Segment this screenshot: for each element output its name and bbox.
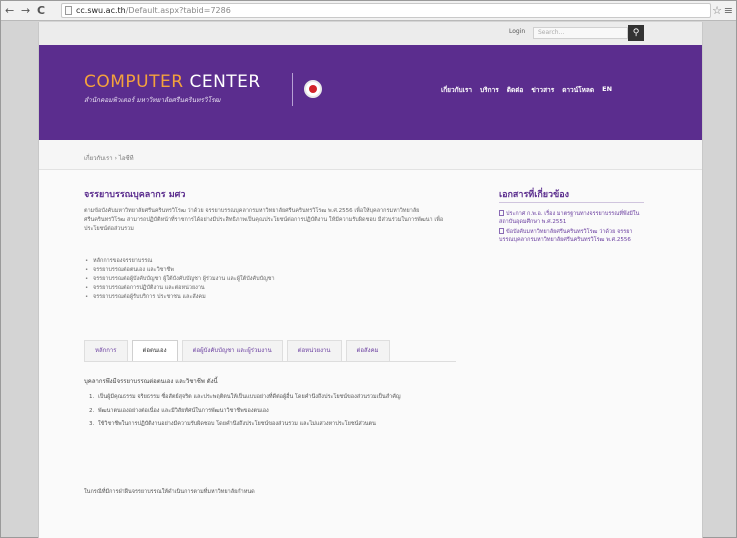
list-item-text: เป็นผู้มีคุณธรรม จริยธรรม ซื่อสัตย์สุจริ…	[98, 394, 401, 400]
breadcrumb-separator: ›	[114, 155, 117, 162]
logo-word-computer: COMPUTER	[84, 72, 184, 92]
related-docs-divider	[499, 202, 644, 203]
nav-item-language-en[interactable]: EN	[602, 85, 612, 95]
browser-window: ← → C cc.swu.ac.th/Default.aspx?tabid=72…	[0, 0, 737, 538]
nav-item-news[interactable]: ข่าวสาร	[531, 85, 554, 95]
breadcrumb-home[interactable]: เกี่ยวกับเรา	[84, 155, 113, 162]
utility-bar: Login Search... ⚲	[39, 22, 702, 45]
tab-principles[interactable]: หลักการ	[84, 340, 128, 361]
logo-subtitle: สำนักคอมพิวเตอร์ มหาวิทยาลัยศรีนครินทรวิ…	[84, 96, 221, 104]
list-item-text: พัฒนาตนเองอย่างต่อเนื่อง และมีวิสัยทัศน์…	[98, 407, 269, 414]
login-link[interactable]: Login	[509, 28, 525, 35]
list-item: 3. ใช้วิชาชีพในการปฏิบัติงานอย่างมีความรั…	[89, 421, 376, 427]
tab-colleagues[interactable]: ต่อผู้บังคับบัญชา และผู้ร่วมงาน	[181, 340, 283, 361]
list-item-text: ใช้วิชาชีพในการปฏิบัติงานอย่างมีความรับผ…	[98, 421, 376, 427]
tab-panel-list: 1. เป็นผู้มีคุณธรรม จริยธรรม ซื่อสัตย์สุจ…	[89, 393, 439, 434]
university-seal-icon	[304, 80, 322, 98]
nav-item-about[interactable]: เกี่ยวกับเรา	[441, 85, 472, 95]
breadcrumb: เกี่ยวกับเรา › ไอซีที	[39, 140, 702, 170]
intro-paragraph: ตามข้อบังคับมหาวิทยาลัยศรีนครินทรวิโรฒ ว…	[84, 208, 444, 232]
nav-item-download[interactable]: ดาวน์โหลด	[562, 85, 594, 95]
search-input[interactable]: Search...	[533, 27, 628, 39]
ethics-topic-list: หลักการของจรรยาบรรณ จรรยาบรรณต่อตนเอง แล…	[84, 257, 454, 302]
list-item: 2. พัฒนาตนเองอย่างต่อเนื่อง และมีวิสัยทัศ…	[89, 407, 269, 414]
main-navigation: เกี่ยวกับเรา บริการ ติดต่อ ข่าวสาร ดาวน์…	[441, 85, 612, 95]
logo-word-center: CENTER	[183, 72, 261, 92]
breadcrumb-trail: เกี่ยวกับเรา › ไอซีที	[84, 153, 134, 163]
related-docs-title: เอกสารที่เกี่ยวข้อง	[499, 190, 570, 200]
logo-title[interactable]: COMPUTER CENTER	[84, 72, 261, 92]
list-item: จรรยาบรรณต่อผู้บังคับบัญชา ผู้ใต้บังคับบ…	[84, 275, 454, 284]
list-item: หลักการของจรรยาบรรณ	[84, 257, 454, 266]
related-doc-label: ประกาศ ก.พ.อ. เรื่อง มาตรฐานทางจรรยาบรรณ…	[499, 211, 640, 225]
address-bar[interactable]: cc.swu.ac.th/Default.aspx?tabid=7286	[61, 3, 711, 18]
page-title: จรรยาบรรณบุคลากร มศว	[84, 190, 186, 200]
related-doc-label: ข้อบังคับมหาวิทยาลัยศรีนครินทรวิโรฒ ว่าด…	[499, 229, 633, 243]
document-icon	[499, 210, 504, 216]
ethics-tabs: หลักการ ต่อตนเอง ต่อผู้บังคับบัญชา และผู…	[84, 340, 456, 362]
list-item: 1. เป็นผู้มีคุณธรรม จริยธรรม ซื่อสัตย์สุจ…	[89, 394, 401, 400]
page-icon	[65, 6, 72, 15]
site-header: COMPUTER CENTER สำนักคอมพิวเตอร์ มหาวิทย…	[39, 45, 702, 140]
related-doc-link-2[interactable]: ข้อบังคับมหาวิทยาลัยศรีนครินทรวิโรฒ ว่าด…	[499, 228, 644, 244]
footnote: ในกรณีที่มีการฝ่าฝืนจรรยาบรรณให้ดำเนินกา…	[84, 489, 255, 495]
breadcrumb-current: ไอซีที	[118, 155, 134, 162]
nav-item-services[interactable]: บริการ	[480, 85, 499, 95]
tab-society[interactable]: ต่อสังคม	[345, 340, 390, 361]
list-item: จรรยาบรรณต่อการปฏิบัติงาน และต่อหน่วยงาน	[84, 284, 454, 293]
forward-icon[interactable]: →	[21, 4, 30, 18]
logo-divider	[292, 73, 293, 106]
tab-panel-heading: บุคลากรพึงมีจรรยาบรรณต่อตนเอง และวิชาชีพ…	[84, 378, 218, 385]
bookmark-star-icon[interactable]: ☆	[712, 4, 722, 17]
browser-menu-icon[interactable]: ≡	[724, 4, 733, 17]
list-item: จรรยาบรรณต่อตนเอง และวิชาชีพ	[84, 266, 454, 275]
address-toolbar: ← → C cc.swu.ac.th/Default.aspx?tabid=72…	[1, 1, 736, 21]
related-doc-link-1[interactable]: ประกาศ ก.พ.อ. เรื่อง มาตรฐานทางจรรยาบรรณ…	[499, 210, 644, 226]
back-icon[interactable]: ←	[5, 4, 14, 18]
nav-item-contact[interactable]: ติดต่อ	[507, 85, 524, 95]
tab-organization[interactable]: ต่อหน่วยงาน	[286, 340, 342, 361]
website: Login Search... ⚲ COMPUTER CENTER สำนักค…	[38, 22, 703, 538]
search-icon[interactable]: ⚲	[628, 25, 644, 41]
main-content: จรรยาบรรณบุคลากร มศว ตามข้อบังคับมหาวิทย…	[39, 170, 702, 538]
url-path: /Default.aspx?tabid=7286	[125, 6, 231, 15]
list-item: จรรยาบรรณต่อผู้รับบริการ ประชาชน และสังค…	[84, 293, 454, 302]
url-domain: cc.swu.ac.th	[76, 6, 126, 15]
tab-self[interactable]: ต่อตนเอง	[131, 340, 178, 361]
document-icon	[499, 228, 504, 234]
reload-icon[interactable]: C	[37, 4, 45, 18]
